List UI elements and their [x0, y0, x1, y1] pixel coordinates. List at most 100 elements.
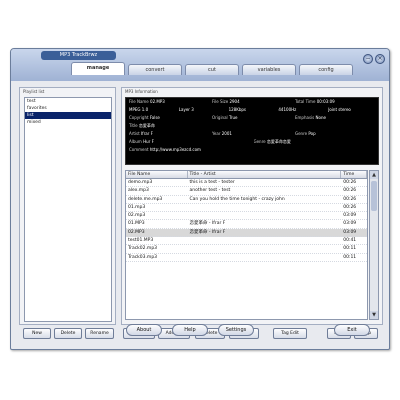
playlist-item-selected[interactable]: list	[25, 112, 111, 119]
file-table[interactable]: File Name Title - Artist Time demo.mp3 th…	[125, 170, 368, 320]
table-row-selected[interactable]: 02.MP3 恋愛革命 - Ifrar F 03:09	[126, 228, 367, 238]
close-icon[interactable]: ×	[375, 54, 385, 64]
table-cell: 恋愛革命 - Ifrar F	[189, 221, 226, 227]
table-cell: 00:26	[343, 204, 357, 210]
table-cell: 01.MP3	[128, 221, 145, 227]
table-header: File Name Title - Artist Time	[126, 171, 367, 179]
playlist-list[interactable]: test favorites list mixed	[24, 97, 112, 322]
playlist-panel: Playlist list test favorites list mixed	[19, 87, 116, 325]
table-cell: 恋愛革命 - Ifrar F	[189, 229, 226, 235]
scroll-down-icon[interactable]: ▼	[370, 311, 378, 319]
tag-edit-button[interactable]: Tag Edit	[273, 328, 307, 339]
playlist-panel-title: Playlist list	[23, 89, 45, 94]
info-label: Year	[212, 131, 221, 136]
info-value: None	[315, 115, 326, 120]
column-header[interactable]: Time	[341, 171, 367, 178]
table-row[interactable]: delete.me.mp3 Can you hold the time tonig…	[126, 196, 367, 204]
column-header[interactable]: File Name	[126, 171, 188, 178]
table-cell: another test - test	[189, 188, 231, 194]
info-label: Original	[212, 115, 228, 120]
info-value: 00:03:09	[316, 99, 335, 104]
table-cell: 02.MP3	[128, 229, 145, 235]
table-row[interactable]: test01.MP3 00:41	[126, 237, 367, 246]
about-button[interactable]: About	[126, 324, 162, 336]
table-row[interactable]: Track02.mp3 00:11	[126, 245, 367, 254]
tab-config[interactable]: config	[299, 64, 353, 75]
info-cell: MPEG 1.0	[129, 107, 149, 112]
info-cell: Album Hur F	[129, 138, 254, 146]
table-cell: 02.mp3	[128, 213, 146, 219]
info-label: Genre	[253, 139, 266, 144]
tab-variables[interactable]: variables	[242, 64, 296, 75]
delete-playlist-button[interactable]: Delete	[54, 328, 82, 339]
table-cell	[188, 237, 342, 244]
info-row: File Name 02.MP3 File Size 2904 Total Ti…	[126, 98, 378, 106]
table-row[interactable]: Track03.mp3 00:11	[126, 254, 367, 262]
settings-button[interactable]: Settings	[218, 324, 254, 336]
new-playlist-button[interactable]: New	[23, 328, 51, 339]
table-row[interactable]: 01.MP3 恋愛革命 - Ifrar F 03:09	[126, 220, 367, 229]
info-cell: Comment http://www.mp3ezcd.com	[129, 146, 378, 154]
info-cell: File Name 02.MP3	[129, 98, 212, 106]
info-cell: Year 2001	[212, 130, 295, 138]
column-header[interactable]: Title - Artist	[188, 171, 342, 178]
info-row: Copyright False Original True Emphasis N…	[126, 114, 378, 122]
info-label: Artist	[129, 131, 140, 136]
info-cell: File Size 2904	[212, 98, 295, 106]
table-row[interactable]: 02.mp3 03:09	[126, 212, 367, 221]
tab-convert[interactable]: convert	[128, 64, 182, 75]
scroll-thumb[interactable]	[371, 181, 377, 211]
table-scrollbar[interactable]: ▲ ▼	[369, 170, 379, 320]
info-value: True	[228, 115, 238, 120]
info-cell: Joint stereo	[328, 107, 351, 112]
table-cell: Track03.mp3	[128, 254, 158, 260]
table-cell: this is a test - tester	[189, 180, 235, 185]
table-cell: 00:41	[343, 238, 357, 244]
tab-cut[interactable]: cut	[185, 64, 239, 75]
table-cell: 00:26	[343, 188, 357, 194]
minimize-icon[interactable]: −	[363, 54, 373, 64]
playlist-item[interactable]: mixed	[25, 119, 111, 126]
table-cell: 01.mp3	[128, 204, 146, 210]
info-row: Comment http://www.mp3ezcd.com	[126, 146, 378, 154]
info-value: 2904	[229, 99, 240, 104]
info-label: Comment	[129, 147, 149, 152]
table-cell: test01.MP3	[128, 238, 154, 244]
tab-strip: manage convert cut variables config	[71, 62, 356, 75]
help-button[interactable]: Help	[172, 324, 208, 336]
table-row[interactable]: 01.mp3 00:26	[126, 204, 367, 213]
info-row: MPEG 1.0 Layer 3 128Kbps 44100Hz Joint s…	[126, 106, 378, 114]
table-cell: demo.mp3	[128, 180, 153, 185]
title-bar[interactable]: MP3 TrackBrwz − × manage convert cut var…	[11, 49, 389, 81]
window-title: MP3 TrackBrwz	[41, 51, 116, 60]
tab-manage[interactable]: manage	[71, 62, 125, 75]
rename-playlist-button[interactable]: Rename	[85, 328, 114, 339]
info-cell: Genre 恋愛革命恋愛	[254, 138, 379, 146]
info-value: 2001	[221, 131, 232, 136]
table-cell: Can you hold the time tonight - crazy jo…	[189, 196, 285, 202]
mp3-info-title: MP3 Information	[125, 89, 158, 94]
table-cell	[188, 254, 342, 261]
table-row[interactable]: alex.mp3 another test - test 00:26	[126, 187, 367, 196]
info-row: Artist Ifrar F Year 2001 Genre Pop	[126, 130, 378, 138]
info-label: Total Time	[295, 99, 316, 104]
playlist-item[interactable]: test	[25, 98, 111, 105]
scroll-up-icon[interactable]: ▲	[370, 171, 378, 179]
table-cell: 03:09	[343, 221, 357, 227]
table-cell: 00:11	[343, 246, 357, 252]
playlist-item[interactable]: favorites	[25, 105, 111, 112]
info-cell: Title 恋愛革命	[129, 122, 378, 130]
app-window: MP3 TrackBrwz − × manage convert cut var…	[10, 48, 390, 350]
info-cell: Total Time 00:03:09	[295, 98, 378, 106]
table-cell	[188, 245, 342, 252]
info-value: Pop	[308, 131, 316, 136]
table-cell: 00:26	[343, 180, 357, 185]
table-cell: 00:26	[343, 196, 357, 202]
info-cell: Artist Ifrar F	[129, 130, 212, 138]
table-cell	[188, 212, 342, 219]
table-row[interactable]: demo.mp3 this is a test - tester 00:26	[126, 179, 367, 188]
info-cell: 128Kbps	[228, 107, 247, 112]
info-value: 02.MP3	[150, 99, 165, 104]
table-cell: delete.me.mp3	[128, 196, 163, 202]
exit-button[interactable]: Exit	[334, 324, 370, 336]
